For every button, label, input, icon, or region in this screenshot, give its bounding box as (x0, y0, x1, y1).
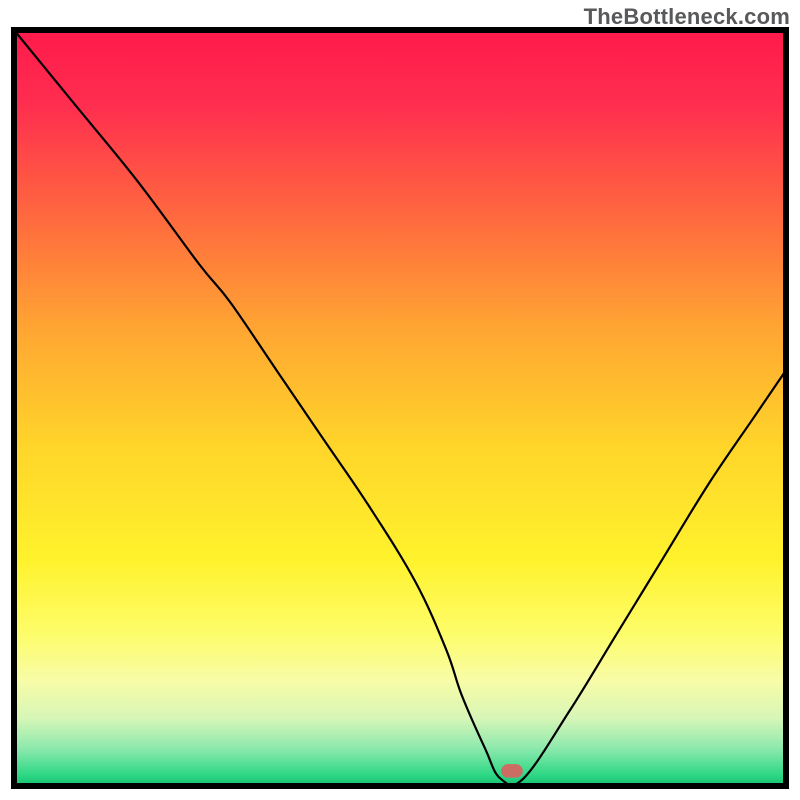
plot-background (14, 30, 786, 786)
optimal-marker (501, 764, 523, 778)
watermark-text: TheBottleneck.com (584, 4, 790, 30)
chart-container: TheBottleneck.com (0, 0, 800, 800)
bottleneck-chart (0, 0, 800, 800)
